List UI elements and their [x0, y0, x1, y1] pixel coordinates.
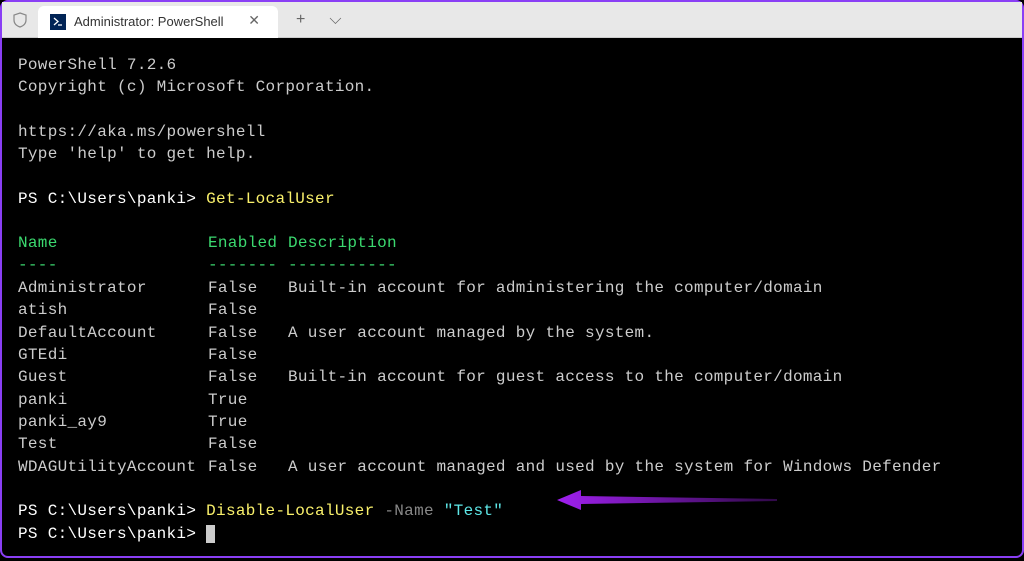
table-row: DefaultAccount False A user account mana…: [18, 322, 1006, 344]
table-row: atish False: [18, 299, 1006, 321]
tab-close-button[interactable]: ✕: [242, 11, 266, 32]
version-line: PowerShell 7.2.6: [18, 54, 1006, 76]
table-row: WDAGUtilityAccountFalse A user account m…: [18, 456, 1006, 478]
titlebar: Administrator: PowerShell ✕ + ⌵: [2, 2, 1022, 38]
string-test: "Test": [444, 502, 503, 520]
table-separator: ----------------------: [18, 254, 1006, 276]
table-row: panki_ay9 True: [18, 411, 1006, 433]
table-header: NameEnabledDescription: [18, 232, 1006, 254]
prompt-line-1: PS C:\Users\panki> Get-LocalUser: [18, 188, 1006, 210]
table-row: panki True: [18, 389, 1006, 411]
table-row: Test False: [18, 433, 1006, 455]
powershell-icon: [50, 14, 66, 30]
param-name: -Name: [374, 502, 443, 520]
terminal-output[interactable]: PowerShell 7.2.6 Copyright (c) Microsoft…: [2, 38, 1022, 561]
table-row: Guest False Built-in account for guest a…: [18, 366, 1006, 388]
tab-dropdown-button[interactable]: ⌵: [319, 7, 351, 33]
cursor: [206, 525, 215, 543]
new-tab-button[interactable]: +: [286, 7, 315, 33]
help-line: Type 'help' to get help.: [18, 143, 1006, 165]
url-line: https://aka.ms/powershell: [18, 121, 1006, 143]
tab-title: Administrator: PowerShell: [74, 14, 234, 29]
prompt-line-2: PS C:\Users\panki> Disable-LocalUser -Na…: [18, 500, 1006, 522]
shield-icon: [10, 10, 30, 30]
table-row: GTEdi False: [18, 344, 1006, 366]
prompt-line-3: PS C:\Users\panki>: [18, 523, 1006, 545]
command-get-localuser: Get-LocalUser: [206, 190, 335, 208]
tab-controls: + ⌵: [286, 7, 351, 33]
tab-powershell[interactable]: Administrator: PowerShell ✕: [38, 6, 278, 38]
table-row: Administrator False Built-in account for…: [18, 277, 1006, 299]
command-disable-localuser: Disable-LocalUser: [206, 502, 374, 520]
copyright-line: Copyright (c) Microsoft Corporation.: [18, 76, 1006, 98]
